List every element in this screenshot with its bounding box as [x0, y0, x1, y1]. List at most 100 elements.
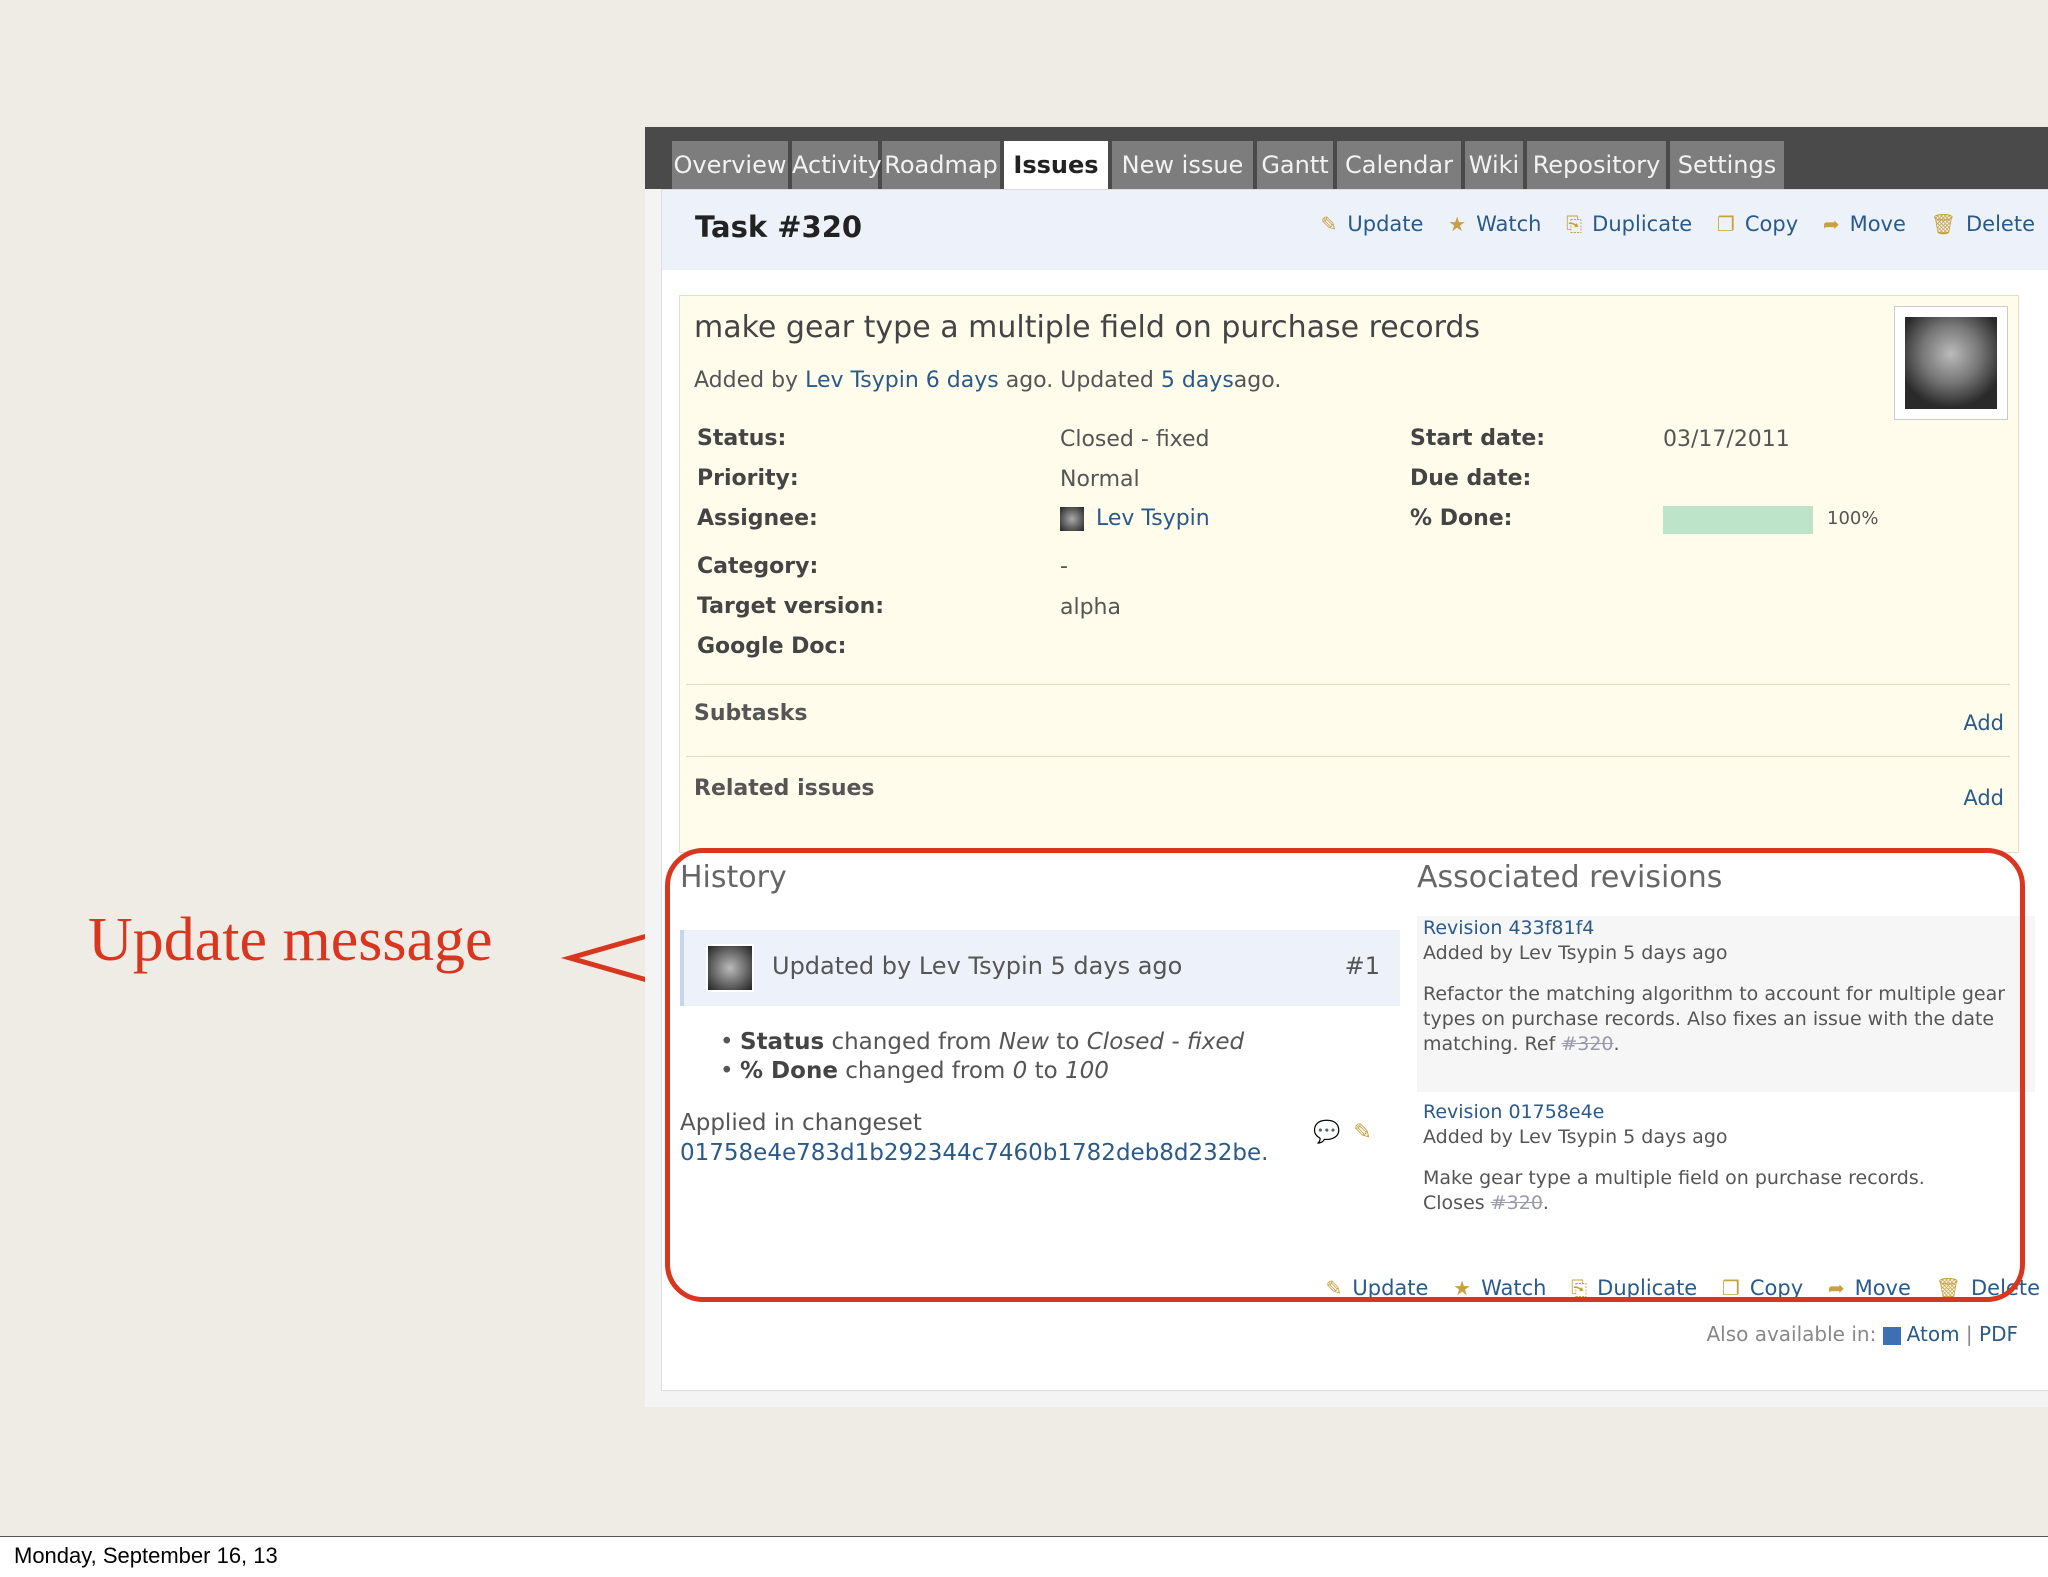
copy-icon: ❐ [1721, 1276, 1740, 1300]
duplicate-icon: ⎘ [1571, 1276, 1588, 1300]
detail-text: changed from [845, 1058, 1006, 1084]
target-version-label: Target version: [697, 594, 885, 619]
journal-header-text: Updated by Lev Tsypin 5 days ago [772, 952, 1183, 980]
trash-icon: 🗑 [1930, 212, 1956, 236]
journal-detail-item: • Status changed from New to Closed - fix… [720, 1029, 1245, 1055]
detail-old-value: New [998, 1029, 1050, 1055]
changeset-text: Applied in changeset [680, 1110, 922, 1136]
pencil-icon: ✎ [1320, 212, 1338, 236]
detail-field: Status [740, 1029, 825, 1055]
revision-message: Make gear type a multiple field on purch… [1423, 1166, 1983, 1216]
done-label: % Done: [1410, 506, 1513, 531]
detail-new-value: Closed - fixed [1086, 1029, 1245, 1055]
tab-new-issue[interactable]: New issue [1112, 141, 1253, 189]
author-link[interactable]: Lev Tsypin [805, 368, 919, 393]
journal-details: • Status changed from New to Closed - fix… [720, 1028, 1244, 1086]
revision-message-tail: . [1542, 1192, 1549, 1214]
journal-header: Updated by Lev Tsypin 5 days ago #1 [680, 930, 1400, 1006]
divider [686, 756, 2010, 757]
start-date-label: Start date: [1410, 426, 1546, 451]
issue-ref-link[interactable]: #320 [1491, 1192, 1543, 1214]
copy-icon: ❐ [1716, 212, 1735, 236]
copy-link[interactable]: Copy [1745, 212, 1798, 236]
duplicate-link[interactable]: Duplicate [1597, 1276, 1697, 1300]
tab-wiki[interactable]: Wiki [1465, 141, 1523, 189]
pencil-icon[interactable]: ✎ [1353, 1120, 1371, 1145]
done-progress-bar [1663, 506, 1813, 534]
changeset-hash-link[interactable]: 01758e4e783d1b292344c7460b1782deb8d232be… [680, 1138, 1269, 1168]
assignee-label: Assignee: [697, 506, 818, 531]
issue-details: make gear type a multiple field on purch… [679, 295, 2019, 853]
update-link[interactable]: Update [1352, 1276, 1428, 1300]
add-related-issue-link[interactable]: Add [1963, 786, 2004, 810]
duplicate-link[interactable]: Duplicate [1592, 212, 1692, 236]
detail-text: to [1034, 1058, 1058, 1084]
annotation-label: Update message [88, 906, 493, 974]
changeset-note: Applied in changeset 01758e4e783d1b29234… [680, 1108, 1269, 1168]
tab-activity[interactable]: Activity [792, 141, 882, 189]
tab-roadmap[interactable]: Roadmap [882, 141, 1000, 189]
due-date-label: Due date: [1410, 466, 1532, 491]
revision-item: Revision 433f81f4 Added by Lev Tsypin 5 … [1417, 916, 2035, 1092]
revision-link[interactable]: Revision 01758e4e [1423, 1100, 2035, 1125]
revision-link[interactable]: Revision 433f81f4 [1423, 916, 2035, 941]
pdf-link[interactable]: PDF [1979, 1322, 2018, 1346]
delete-link[interactable]: Delete [1971, 1276, 2040, 1300]
bottom-action-links: ✎ Update ★ Watch ⎘ Duplicate ❐ Copy ➦ Move 🗑 D… [1308, 1276, 2040, 1300]
updated-ago-link[interactable]: 5 days [1161, 368, 1234, 393]
pencil-icon: ✎ [1325, 1276, 1343, 1300]
revision-message-text: Refactor the matching algorithm to accou… [1423, 983, 2006, 1055]
detail-old-value: 0 [1012, 1058, 1028, 1084]
move-link[interactable]: Move [1850, 212, 1906, 236]
added-ago-link[interactable]: 6 days [926, 368, 999, 393]
tab-calendar[interactable]: Calendar [1337, 141, 1461, 189]
copy-link[interactable]: Copy [1750, 1276, 1803, 1300]
priority-value: Normal [1060, 467, 1140, 492]
star-icon: ★ [1448, 212, 1467, 236]
tab-settings[interactable]: Settings [1670, 141, 1784, 189]
detail-text: changed from [831, 1029, 992, 1055]
watch-link[interactable]: Watch [1476, 212, 1541, 236]
delete-link[interactable]: Delete [1966, 212, 2035, 236]
revision-message: Refactor the matching algorithm to accou… [1423, 982, 2013, 1057]
main-menu: Overview Activity Roadmap Issues New iss… [645, 127, 2048, 189]
move-link[interactable]: Move [1855, 1276, 1911, 1300]
divider [686, 684, 2010, 685]
tab-overview[interactable]: Overview [672, 141, 788, 189]
tab-issues[interactable]: Issues [1004, 141, 1108, 189]
star-icon: ★ [1453, 1276, 1472, 1300]
priority-label: Priority: [697, 466, 799, 491]
assignee-link[interactable]: Lev Tsypin [1096, 506, 1210, 531]
watch-link[interactable]: Watch [1481, 1276, 1546, 1300]
issue-ref-link[interactable]: #320 [1561, 1033, 1613, 1055]
top-action-links: ✎ Update ★ Watch ⎘ Duplicate ❐ Copy ➦ Move 🗑 D… [1303, 212, 2035, 236]
atom-link[interactable]: Atom [1907, 1322, 1960, 1346]
revision-item: Revision 01758e4e Added by Lev Tsypin 5 … [1417, 1100, 2035, 1230]
move-icon: ➦ [1827, 1276, 1845, 1300]
tab-repository[interactable]: Repository [1527, 141, 1666, 189]
revision-message-tail: . [1613, 1033, 1620, 1055]
journal-number-link[interactable]: #1 [1345, 952, 1380, 980]
comment-icon[interactable]: 💬 [1313, 1120, 1340, 1145]
author-suffix: ago. [1233, 368, 1282, 393]
journal-icons: 💬 ✎ [1313, 1120, 1372, 1145]
assignee-avatar [1060, 507, 1084, 531]
journal-detail-item: •% Done changed from 0 to 100 [720, 1058, 1109, 1084]
done-percent-text: 100% [1827, 508, 1879, 529]
author-avatar [1894, 306, 2008, 420]
page-title: Task #320 [695, 210, 863, 244]
tab-gantt[interactable]: Gantt [1257, 141, 1333, 189]
revision-added: Added by Lev Tsypin 5 days ago [1423, 1126, 1728, 1148]
status-label: Status: [697, 426, 787, 451]
done-progress-fill [1663, 506, 1813, 534]
assignee-value: Lev Tsypin [1060, 506, 1210, 531]
history-heading: History [680, 860, 787, 895]
other-formats: Also available in: Atom | PDF [1706, 1322, 2018, 1346]
category-value: - [1060, 554, 1068, 579]
update-link[interactable]: Update [1347, 212, 1423, 236]
add-subtask-link[interactable]: Add [1963, 711, 2004, 735]
target-version-link[interactable]: alpha [1060, 595, 1121, 620]
journal-avatar [706, 944, 754, 992]
revision-added: Added by Lev Tsypin 5 days ago [1423, 942, 1728, 964]
format-separator: | [1965, 1322, 1973, 1346]
